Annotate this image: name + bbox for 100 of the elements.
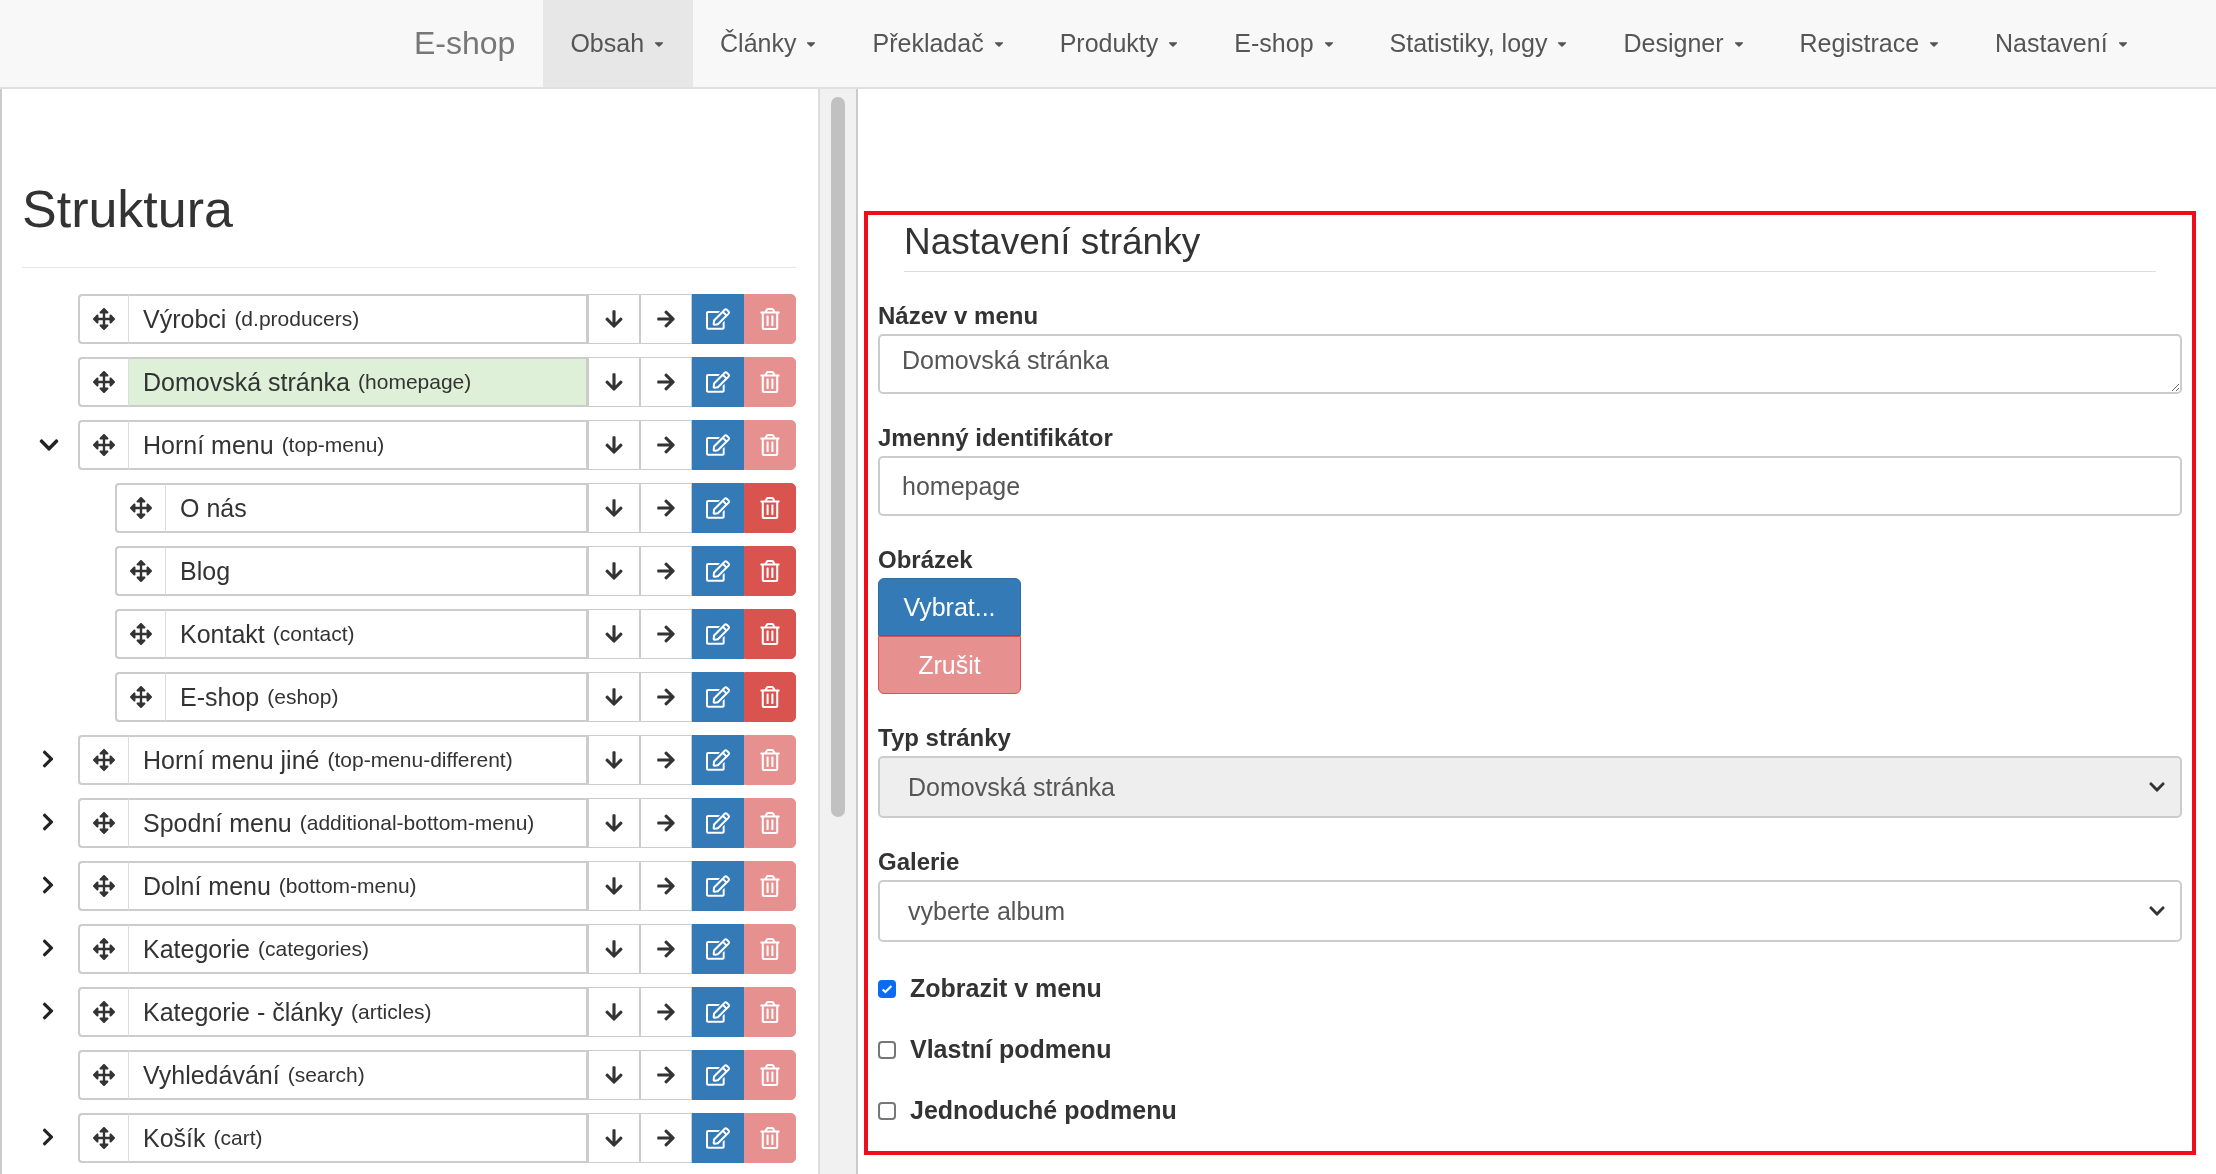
nav-menu-item[interactable]: Produkty <box>1032 0 1208 87</box>
brand-name[interactable]: E-shop <box>400 0 544 87</box>
edit-button[interactable] <box>692 861 744 911</box>
item-label[interactable]: Horní menu (top-menu) <box>128 420 588 470</box>
delete-button[interactable] <box>744 672 796 722</box>
edit-button[interactable] <box>692 924 744 974</box>
nav-menu-item[interactable]: E-shop <box>1207 0 1363 87</box>
input-field[interactable]: Domovská stránka <box>878 334 2182 394</box>
checkbox[interactable] <box>878 1040 896 1059</box>
indent-button[interactable] <box>640 861 692 911</box>
arrow-right-icon <box>656 561 676 581</box>
edit-button[interactable] <box>692 1113 744 1163</box>
move-down-button[interactable] <box>588 546 640 596</box>
drag-handle[interactable] <box>78 924 128 974</box>
item-label[interactable]: Vyhledávání (search) <box>128 1050 588 1100</box>
indent-button[interactable] <box>640 483 692 533</box>
edit-button[interactable] <box>692 798 744 848</box>
item-label[interactable]: Košík (cart) <box>128 1113 588 1163</box>
drag-handle[interactable] <box>78 1050 128 1100</box>
input-field[interactable]: homepage <box>878 456 2182 516</box>
indent-button[interactable] <box>640 1050 692 1100</box>
indent-button[interactable] <box>640 987 692 1037</box>
move-down-button[interactable] <box>588 735 640 785</box>
move-down-button[interactable] <box>588 1050 640 1100</box>
move-down-button[interactable] <box>588 1113 640 1163</box>
item-label[interactable]: E-shop (eshop) <box>165 672 588 722</box>
drag-handle[interactable] <box>78 735 128 785</box>
move-down-button[interactable] <box>588 861 640 911</box>
item-label[interactable]: Kategorie - články (articles) <box>128 987 588 1037</box>
edit-button[interactable] <box>692 546 744 596</box>
item-label[interactable]: Výrobci (d.producers) <box>128 294 588 344</box>
drag-handle[interactable] <box>115 546 165 596</box>
trash-icon <box>759 623 781 645</box>
edit-button[interactable] <box>692 420 744 470</box>
edit-button[interactable] <box>692 735 744 785</box>
nav-menu-item[interactable]: Překladač <box>845 0 1033 87</box>
scrollbar[interactable] <box>818 89 858 1174</box>
indent-button[interactable] <box>640 609 692 659</box>
edit-icon <box>706 622 730 646</box>
item-label[interactable]: Spodní menu (additional-bottom-menu) <box>128 798 588 848</box>
indent-button[interactable] <box>640 1113 692 1163</box>
edit-button[interactable] <box>692 672 744 722</box>
arrow-down-icon <box>604 687 624 707</box>
nav-menu-item[interactable]: Designer <box>1596 0 1773 87</box>
edit-icon <box>706 433 730 457</box>
nav-menu-item[interactable]: Obsah <box>543 0 694 87</box>
arrow-right-icon <box>656 876 676 896</box>
indent-button[interactable] <box>640 672 692 722</box>
drag-handle[interactable] <box>78 798 128 848</box>
item-label[interactable]: Blog <box>165 546 588 596</box>
drag-handle[interactable] <box>115 483 165 533</box>
edit-button[interactable] <box>692 483 744 533</box>
move-icon <box>93 875 115 897</box>
move-down-button[interactable] <box>588 420 640 470</box>
drag-handle[interactable] <box>78 420 128 470</box>
item-label[interactable]: Horní menu jiné (top-menu-different) <box>128 735 588 785</box>
drag-handle[interactable] <box>115 609 165 659</box>
item-label[interactable]: O nás <box>165 483 588 533</box>
edit-button[interactable] <box>692 1050 744 1100</box>
indent-button[interactable] <box>640 357 692 407</box>
edit-button[interactable] <box>692 987 744 1037</box>
edit-button[interactable] <box>692 294 744 344</box>
edit-icon <box>706 1063 730 1087</box>
item-label[interactable]: Kontakt (contact) <box>165 609 588 659</box>
nav-menu-item[interactable]: Registrace <box>1772 0 1969 87</box>
item-label[interactable]: Kategorie (categories) <box>128 924 588 974</box>
edit-button[interactable] <box>692 357 744 407</box>
indent-button[interactable] <box>640 924 692 974</box>
delete-button[interactable] <box>744 546 796 596</box>
indent-button[interactable] <box>640 546 692 596</box>
drag-handle[interactable] <box>78 1113 128 1163</box>
move-down-button[interactable] <box>588 798 640 848</box>
edit-button[interactable] <box>692 609 744 659</box>
item-label[interactable]: Domovská stránka (homepage) <box>128 357 588 407</box>
nav-menu-item[interactable]: Nastavení <box>1968 0 2157 87</box>
indent-button[interactable] <box>640 735 692 785</box>
move-down-button[interactable] <box>588 357 640 407</box>
move-down-button[interactable] <box>588 609 640 659</box>
move-down-button[interactable] <box>588 672 640 722</box>
drag-handle[interactable] <box>78 294 128 344</box>
checkbox[interactable] <box>878 979 896 998</box>
checkbox[interactable] <box>878 1101 896 1120</box>
move-down-button[interactable] <box>588 924 640 974</box>
drag-handle[interactable] <box>78 357 128 407</box>
drag-handle[interactable] <box>78 861 128 911</box>
delete-button[interactable] <box>744 609 796 659</box>
indent-button[interactable] <box>640 798 692 848</box>
move-down-button[interactable] <box>588 294 640 344</box>
choose-button[interactable]: Vybrat... <box>878 578 1021 636</box>
drag-handle[interactable] <box>115 672 165 722</box>
item-label[interactable]: Dolní menu (bottom-menu) <box>128 861 588 911</box>
move-down-button[interactable] <box>588 483 640 533</box>
move-down-button[interactable] <box>588 987 640 1037</box>
indent-button[interactable] <box>640 420 692 470</box>
delete-button[interactable] <box>744 483 796 533</box>
drag-handle[interactable] <box>78 987 128 1037</box>
nav-menu-item[interactable]: Statistiky, logy <box>1362 0 1597 87</box>
select-field[interactable]: vyberte album <box>878 880 2182 942</box>
nav-menu-item[interactable]: Články <box>693 0 846 87</box>
indent-button[interactable] <box>640 294 692 344</box>
